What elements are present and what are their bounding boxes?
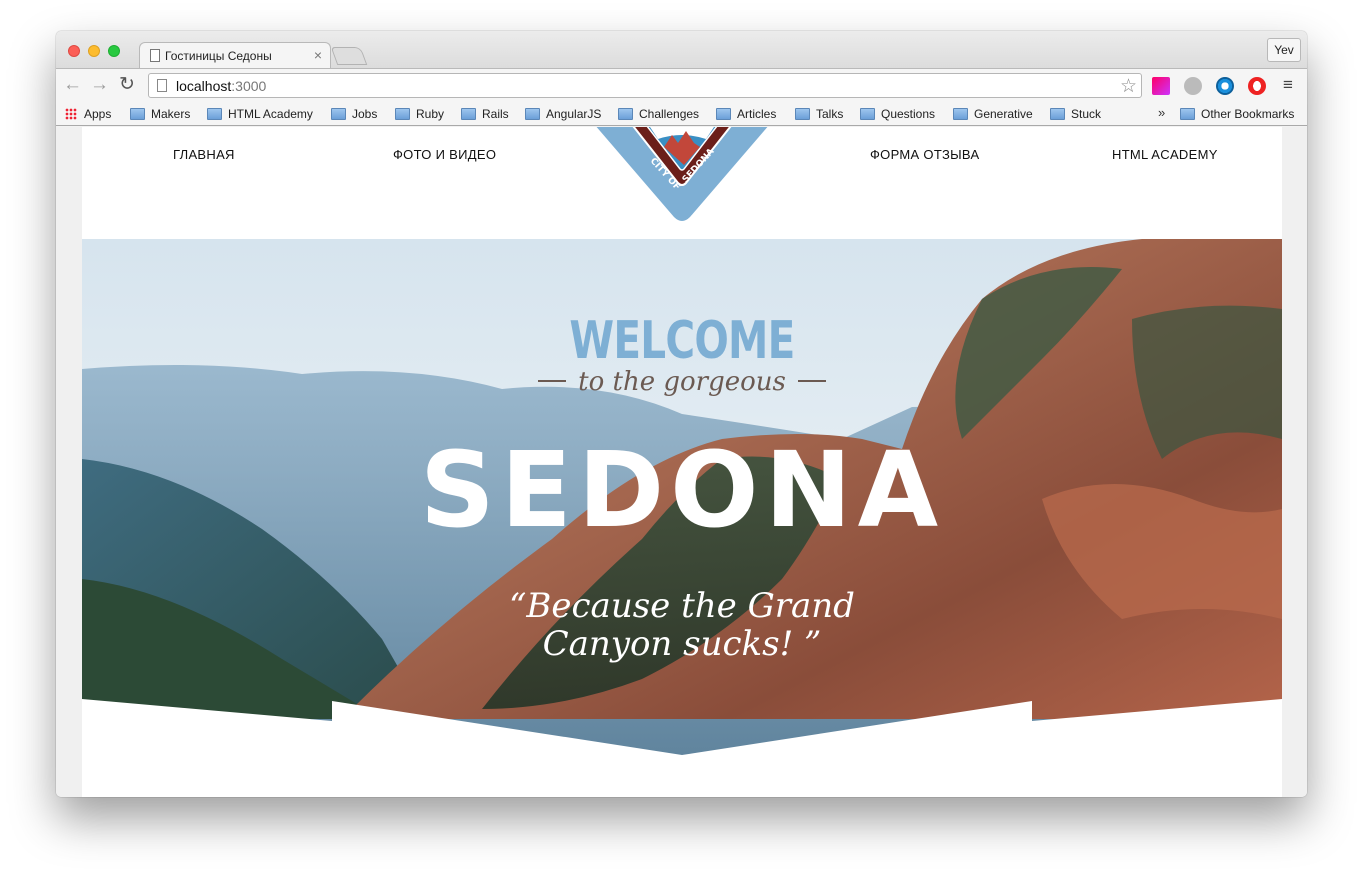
- city-of-sedona-logo[interactable]: CITY OF SEDONA: [588, 127, 776, 225]
- hero-title: SEDONA: [419, 429, 945, 551]
- site-navigation: ГЛАВНАЯ ФОТО И ВИДЕО ФОРМА ОТЗЫВА HTML A…: [82, 127, 1282, 237]
- reload-icon[interactable]: ↻: [119, 75, 135, 95]
- tab-strip: Гостиницы Седоны × Yev: [56, 31, 1307, 68]
- nav-link-feedback-form[interactable]: ФОРМА ОТЗЫВА: [870, 147, 979, 162]
- address-bar[interactable]: localhost:3000 ☆: [148, 73, 1142, 98]
- folder-icon: [716, 108, 731, 120]
- bookmark-label: Generative: [974, 107, 1033, 121]
- quote-line: Canyon sucks! ”: [542, 624, 822, 664]
- browser-window: Гостиницы Седоны × Yev ← → ↻ localhost:3…: [56, 31, 1307, 797]
- minimize-window-button[interactable]: [88, 45, 100, 57]
- bookmark-folder[interactable]: Ruby: [395, 107, 444, 121]
- bookmark-folder[interactable]: Rails: [461, 107, 509, 121]
- tab-close-icon[interactable]: ×: [314, 47, 322, 63]
- folder-icon: [795, 108, 810, 120]
- dash-decoration: [538, 380, 567, 382]
- bookmark-label: Talks: [816, 107, 844, 121]
- folder-icon: [461, 108, 476, 120]
- folder-icon: [1180, 108, 1195, 120]
- bookmark-folder[interactable]: Articles: [716, 107, 776, 121]
- folder-icon: [618, 108, 633, 120]
- menu-icon[interactable]: ≡: [1283, 75, 1293, 95]
- zoom-window-button[interactable]: [108, 45, 120, 57]
- folder-icon: [860, 108, 875, 120]
- tagline: to the gorgeous: [82, 367, 1282, 397]
- bookmark-folder[interactable]: Generative: [953, 107, 1033, 121]
- bookmark-folder[interactable]: AngularJS: [525, 107, 601, 121]
- bookmark-label: Rails: [482, 107, 509, 121]
- bookmark-star-icon[interactable]: ☆: [1120, 75, 1137, 98]
- folder-icon: [953, 108, 968, 120]
- bookmark-folder[interactable]: Challenges: [618, 107, 699, 121]
- more-bookmarks-icon[interactable]: »: [1158, 105, 1165, 120]
- bookmark-label: HTML Academy: [228, 107, 313, 121]
- bookmark-label: Makers: [151, 107, 191, 121]
- bookmark-folder[interactable]: Stuck: [1050, 107, 1101, 121]
- back-icon[interactable]: ←: [63, 75, 82, 95]
- web-page: ГЛАВНАЯ ФОТО И ВИДЕО ФОРМА ОТЗЫВА HTML A…: [82, 127, 1282, 797]
- bookmark-label: Apps: [84, 107, 112, 121]
- bookmark-label: Challenges: [639, 107, 700, 121]
- nav-link-home[interactable]: ГЛАВНАЯ: [173, 147, 235, 162]
- extension-icon[interactable]: [1216, 77, 1234, 95]
- toolbar: ← → ↻ localhost:3000 ☆ ≡: [56, 68, 1307, 102]
- folder-icon: [525, 108, 540, 120]
- bookmark-folder[interactable]: Questions: [860, 107, 935, 121]
- nav-link-html-academy[interactable]: HTML ACADEMY: [1112, 147, 1218, 162]
- bookmark-label: Ruby: [416, 107, 445, 121]
- hero-quote: “Because the Grand Canyon sucks! ”: [82, 587, 1282, 663]
- page-icon: [157, 79, 167, 92]
- bookmark-other[interactable]: Other Bookmarks: [1180, 107, 1294, 121]
- folder-icon: [395, 108, 410, 120]
- url-text: localhost:3000: [176, 78, 266, 94]
- opera-icon[interactable]: [1248, 77, 1266, 95]
- bookmark-label: Stuck: [1071, 107, 1102, 121]
- bookmark-label: Other Bookmarks: [1201, 107, 1295, 121]
- page-icon: [150, 49, 160, 62]
- tab-title: Гостиницы Седоны: [165, 49, 272, 63]
- nav-link-photo-video[interactable]: ФОТО И ВИДЕО: [393, 147, 496, 162]
- bookmark-folder[interactable]: Talks: [795, 107, 843, 121]
- bookmark-label: Articles: [737, 107, 777, 121]
- folder-icon: [1050, 108, 1065, 120]
- folder-icon: [331, 108, 346, 120]
- folder-icon: [130, 108, 145, 120]
- welcome-heading: WELCOME: [569, 311, 795, 371]
- page-viewport: ГЛАВНАЯ ФОТО И ВИДЕО ФОРМА ОТЗЫВА HTML A…: [56, 127, 1307, 797]
- new-tab-button[interactable]: [330, 47, 368, 65]
- bookmark-label: AngularJS: [546, 107, 602, 121]
- bookmark-apps[interactable]: Apps: [65, 107, 111, 121]
- tagline-text: to the gorgeous: [578, 367, 786, 397]
- bookmark-label: Questions: [881, 107, 936, 121]
- profile-button[interactable]: Yev: [1267, 38, 1301, 62]
- bookmark-folder[interactable]: HTML Academy: [207, 107, 313, 121]
- forward-icon[interactable]: →: [90, 75, 109, 95]
- apps-grid-icon: [65, 108, 77, 120]
- bookmark-folder[interactable]: Makers: [130, 107, 190, 121]
- folder-icon: [207, 108, 222, 120]
- url-host: localhost: [176, 78, 232, 94]
- bookmarks-bar: Apps Makers HTML Academy Jobs Ruby Rails…: [56, 102, 1307, 126]
- tab-active[interactable]: Гостиницы Седоны ×: [139, 42, 331, 68]
- quote-line: “Because the Grand: [509, 586, 855, 626]
- extension-icon[interactable]: [1152, 77, 1170, 95]
- bookmark-folder[interactable]: Jobs: [331, 107, 377, 121]
- bookmark-label: Jobs: [352, 107, 378, 121]
- url-port: :3000: [231, 78, 267, 94]
- extension-icon[interactable]: [1184, 77, 1202, 95]
- dash-decoration: [797, 380, 826, 382]
- close-window-button[interactable]: [68, 45, 80, 57]
- hero-banner: WELCOME to the gorgeous SEDONA “Because …: [82, 239, 1282, 759]
